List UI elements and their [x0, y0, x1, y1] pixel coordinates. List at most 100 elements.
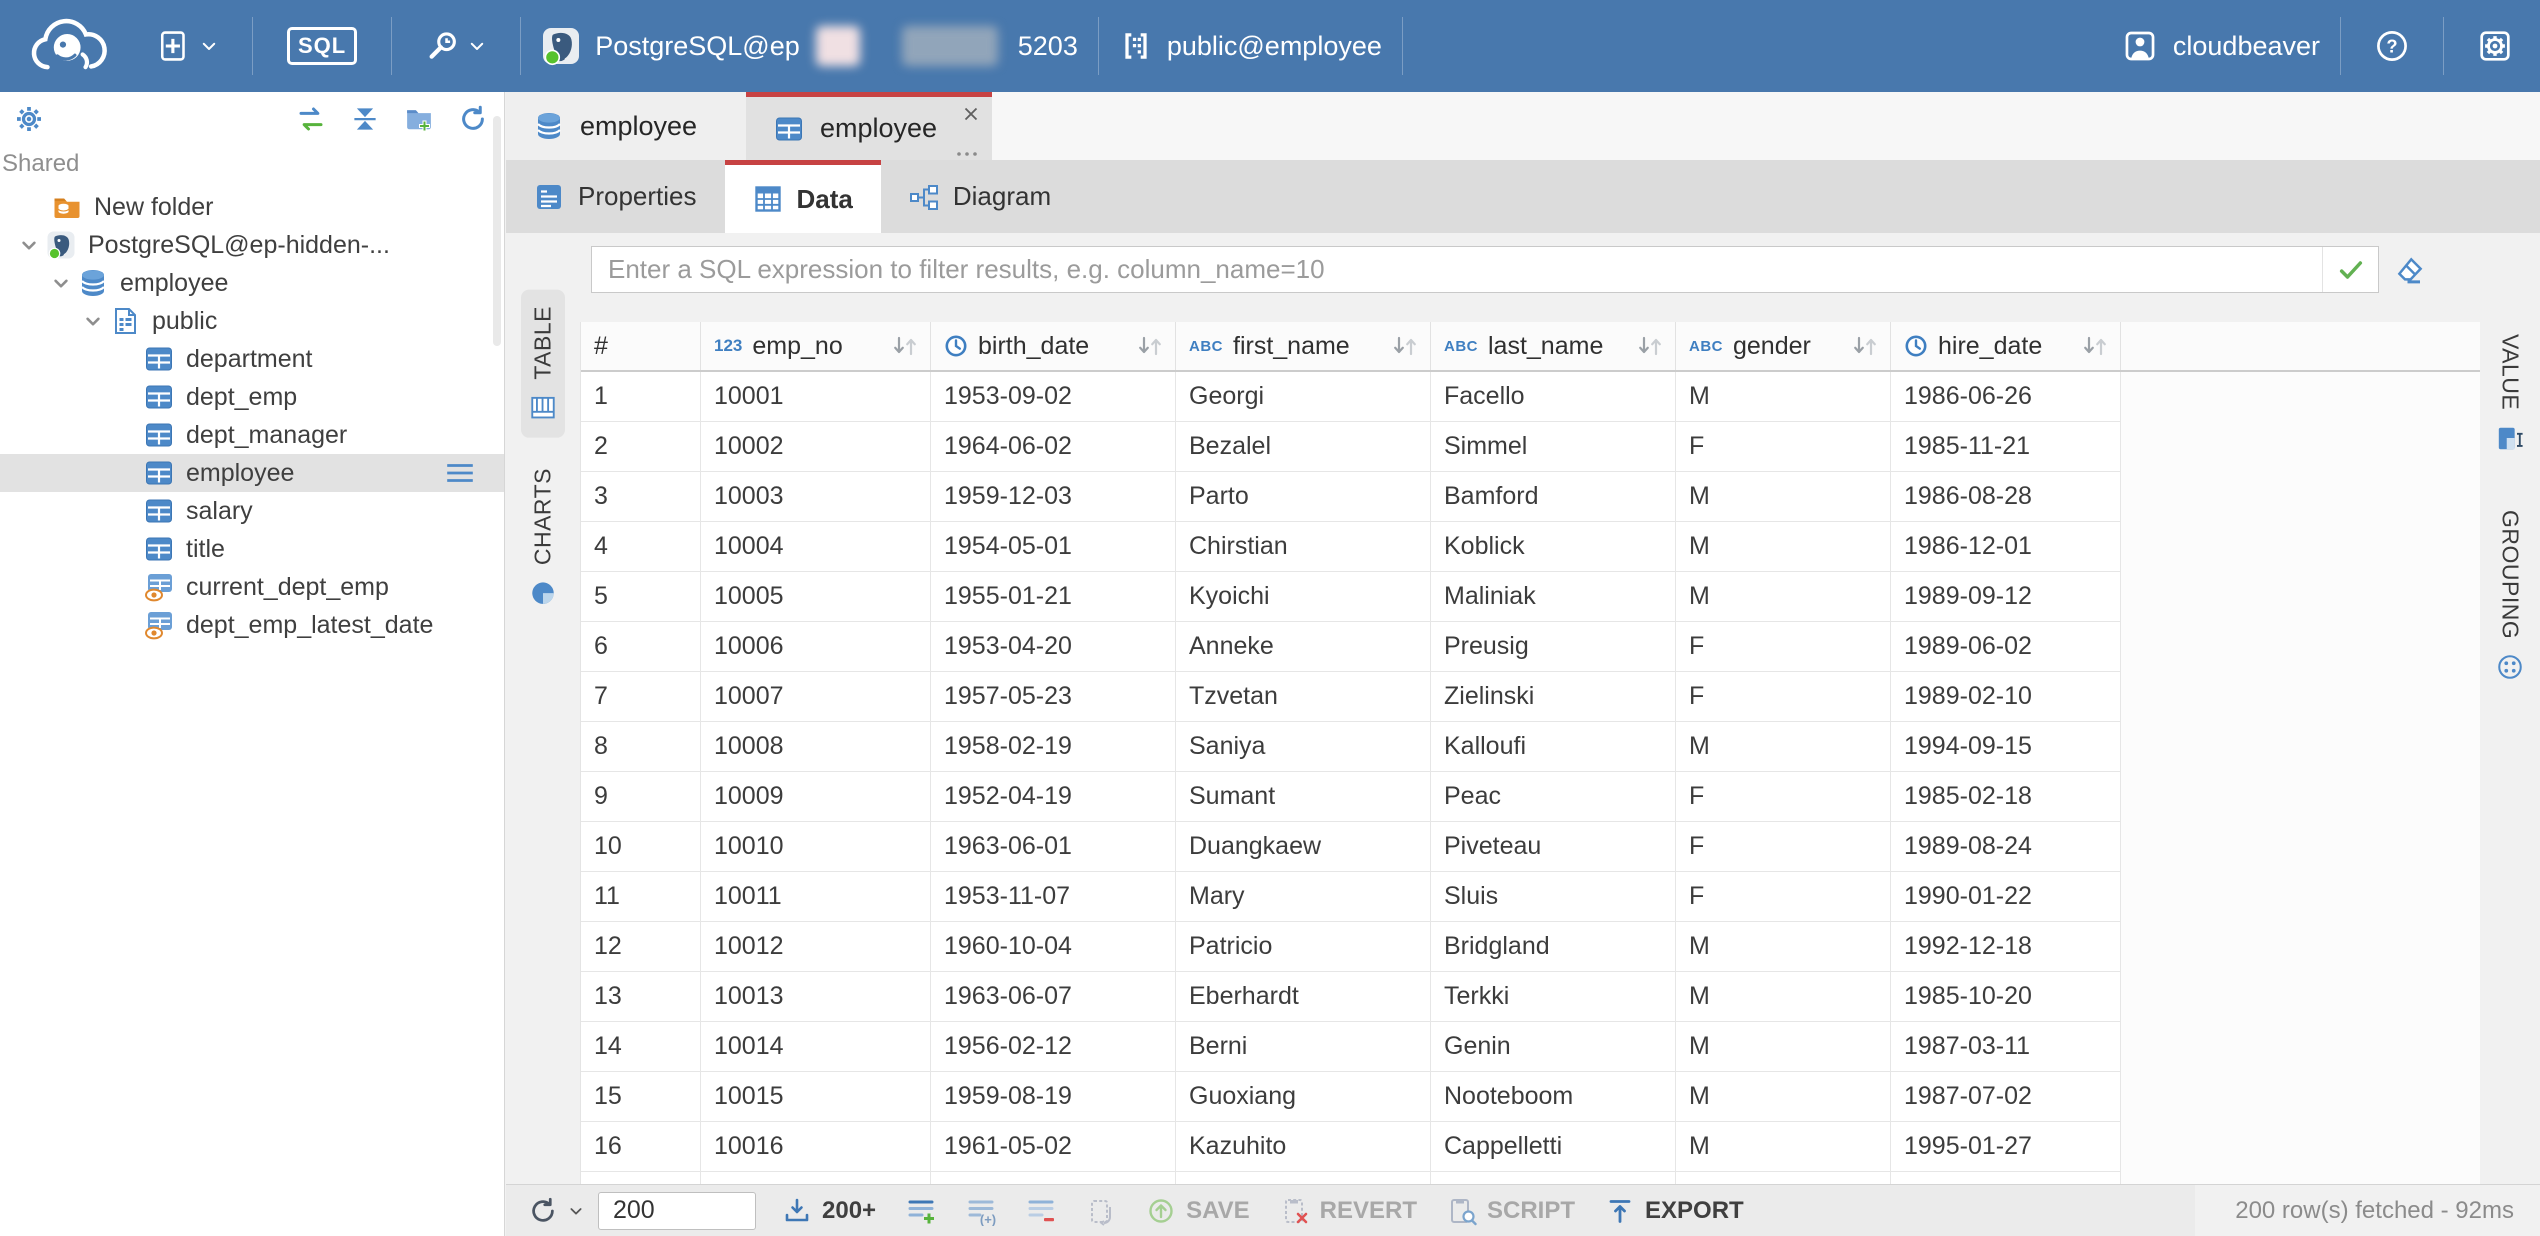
data-cell[interactable]: M [1676, 922, 1891, 972]
collapse-all-icon[interactable] [350, 104, 380, 134]
data-cell[interactable]: 1963-06-01 [931, 822, 1176, 872]
data-cell[interactable]: 1963-06-07 [931, 972, 1176, 1022]
data-cell[interactable]: Duangkaew [1176, 822, 1431, 872]
expand-chevron-icon[interactable] [80, 308, 106, 334]
data-cell[interactable]: M [1676, 522, 1891, 572]
data-cell[interactable]: 1964-06-02 [931, 422, 1176, 472]
data-cell[interactable]: 1959-08-19 [931, 1072, 1176, 1122]
data-cell[interactable]: Sumant [1176, 772, 1431, 822]
data-cell[interactable]: 1985-10-20 [1891, 972, 2121, 1022]
subtab-diagram[interactable]: Diagram [881, 160, 1079, 233]
data-cell[interactable]: 10009 [701, 772, 931, 822]
data-cell[interactable]: 1985-02-18 [1891, 772, 2121, 822]
presentation-tab-table[interactable]: TABLE [521, 290, 565, 438]
data-cell[interactable]: Parto [1176, 472, 1431, 522]
sql-editor-button[interactable]: SQL [273, 0, 371, 92]
row-number-cell[interactable]: 8 [581, 722, 701, 772]
data-cell[interactable]: 10010 [701, 822, 931, 872]
data-cell[interactable]: 1987-07-02 [1891, 1072, 2121, 1122]
data-cell[interactable]: Maliniak [1431, 572, 1676, 622]
data-cell[interactable]: 1957-05-23 [931, 672, 1176, 722]
sort-icon[interactable] [2080, 334, 2110, 358]
data-cell[interactable]: M [1676, 1022, 1891, 1072]
data-cell[interactable]: 1960-10-04 [931, 922, 1176, 972]
fetch-more-button[interactable]: 200+ [782, 1196, 876, 1226]
tree-item-new-folder[interactable]: New folder [0, 188, 504, 226]
data-cell[interactable]: 1986-12-01 [1891, 522, 2121, 572]
row-number-cell[interactable]: 13 [581, 972, 701, 1022]
data-cell[interactable]: Piveteau [1431, 822, 1676, 872]
data-cell[interactable]: 10013 [701, 972, 931, 1022]
schema-selector[interactable]: public@employee [1119, 29, 1382, 63]
sync-selection-icon[interactable] [296, 104, 326, 134]
row-number-cell[interactable]: 12 [581, 922, 701, 972]
row-number-cell[interactable]: 6 [581, 622, 701, 672]
new-folder-icon[interactable] [404, 104, 434, 134]
column-header-first_name[interactable]: ABCfirst_name [1176, 322, 1431, 370]
apply-filter-button[interactable] [2322, 247, 2378, 292]
presentation-tab-charts[interactable]: CHARTS [521, 452, 565, 623]
column-header-birth_date[interactable]: birth_date [931, 322, 1176, 370]
subtab-data[interactable]: Data [725, 160, 881, 233]
data-cell[interactable]: 1994-09-15 [1891, 722, 2121, 772]
data-cell[interactable]: 1953-09-02 [931, 372, 1176, 422]
data-cell[interactable]: Patricio [1176, 922, 1431, 972]
data-cell[interactable]: 1987-03-11 [1891, 1022, 2121, 1072]
settings-button[interactable] [2464, 0, 2526, 92]
panel-tab-value[interactable]: VALUE [2488, 318, 2532, 468]
tree-item-dept-emp[interactable]: dept_emp [0, 378, 504, 416]
tree-item-postgresql-ep-hidden-[interactable]: PostgreSQL@ep-hidden-... [0, 226, 504, 264]
tree-item-current-dept-emp[interactable]: current_dept_emp [0, 568, 504, 606]
data-cell[interactable]: Bezalel [1176, 422, 1431, 472]
data-cell[interactable]: Koblick [1431, 522, 1676, 572]
auto-refresh-button[interactable] [1086, 1196, 1116, 1226]
row-number-cell[interactable]: 3 [581, 472, 701, 522]
help-button[interactable]: ? [2361, 0, 2423, 92]
row-limit-input[interactable] [598, 1192, 756, 1230]
data-cell[interactable]: 1989-09-12 [1891, 572, 2121, 622]
data-cell[interactable]: 1990-01-22 [1891, 872, 2121, 922]
tree-item-dept-manager[interactable]: dept_manager [0, 416, 504, 454]
data-cell[interactable] [1431, 1172, 1676, 1184]
data-cell[interactable]: 1952-04-19 [931, 772, 1176, 822]
data-cell[interactable]: Simmel [1431, 422, 1676, 472]
data-cell[interactable]: 1995-01-27 [1891, 1122, 2121, 1172]
tab-menu-dots-icon[interactable] [954, 146, 980, 158]
data-cell[interactable]: 1985-11-21 [1891, 422, 2121, 472]
column-header-gender[interactable]: ABCgender [1676, 322, 1891, 370]
data-cell[interactable]: Genin [1431, 1022, 1676, 1072]
subtab-properties[interactable]: Properties [506, 160, 725, 233]
tree-item-department[interactable]: department [0, 340, 504, 378]
connection-selector[interactable]: PostgreSQL@ep 5203 [541, 26, 1078, 66]
data-cell[interactable] [931, 1172, 1176, 1184]
data-cell[interactable]: 1955-01-21 [931, 572, 1176, 622]
data-cell[interactable]: Eberhardt [1176, 972, 1431, 1022]
row-number-cell[interactable]: 2 [581, 422, 701, 472]
data-cell[interactable]: Bamford [1431, 472, 1676, 522]
editor-tab-employee[interactable]: employee [506, 92, 746, 160]
column-header-hire_date[interactable]: hire_date [1891, 322, 2121, 370]
user-menu[interactable]: cloudbeaver [2123, 29, 2320, 63]
data-cell[interactable]: 10004 [701, 522, 931, 572]
export-button[interactable]: EXPORT [1605, 1196, 1744, 1226]
data-cell[interactable]: Peac [1431, 772, 1676, 822]
data-cell[interactable]: Terkki [1431, 972, 1676, 1022]
sort-icon[interactable] [1635, 334, 1665, 358]
data-cell[interactable]: M [1676, 372, 1891, 422]
sql-filter-input[interactable] [592, 254, 2322, 285]
data-cell[interactable]: 1992-12-18 [1891, 922, 2121, 972]
refresh-results-button[interactable] [528, 1196, 584, 1226]
data-cell[interactable]: F [1676, 822, 1891, 872]
tree-item-dept-emp-latest-date[interactable]: dept_emp_latest_date [0, 606, 504, 644]
data-cell[interactable]: Saniya [1176, 722, 1431, 772]
clear-filter-icon[interactable] [2395, 255, 2425, 285]
data-cell[interactable]: F [1676, 672, 1891, 722]
data-cell[interactable]: 1953-11-07 [931, 872, 1176, 922]
data-cell[interactable]: 10003 [701, 472, 931, 522]
row-number-cell[interactable] [581, 1172, 701, 1184]
sidebar-scrollbar[interactable] [493, 116, 501, 346]
column-header-last_name[interactable]: ABClast_name [1431, 322, 1676, 370]
tree-item-title[interactable]: title [0, 530, 504, 568]
column-header-emp_no[interactable]: 123emp_no [701, 322, 931, 370]
row-number-cell[interactable]: 16 [581, 1122, 701, 1172]
